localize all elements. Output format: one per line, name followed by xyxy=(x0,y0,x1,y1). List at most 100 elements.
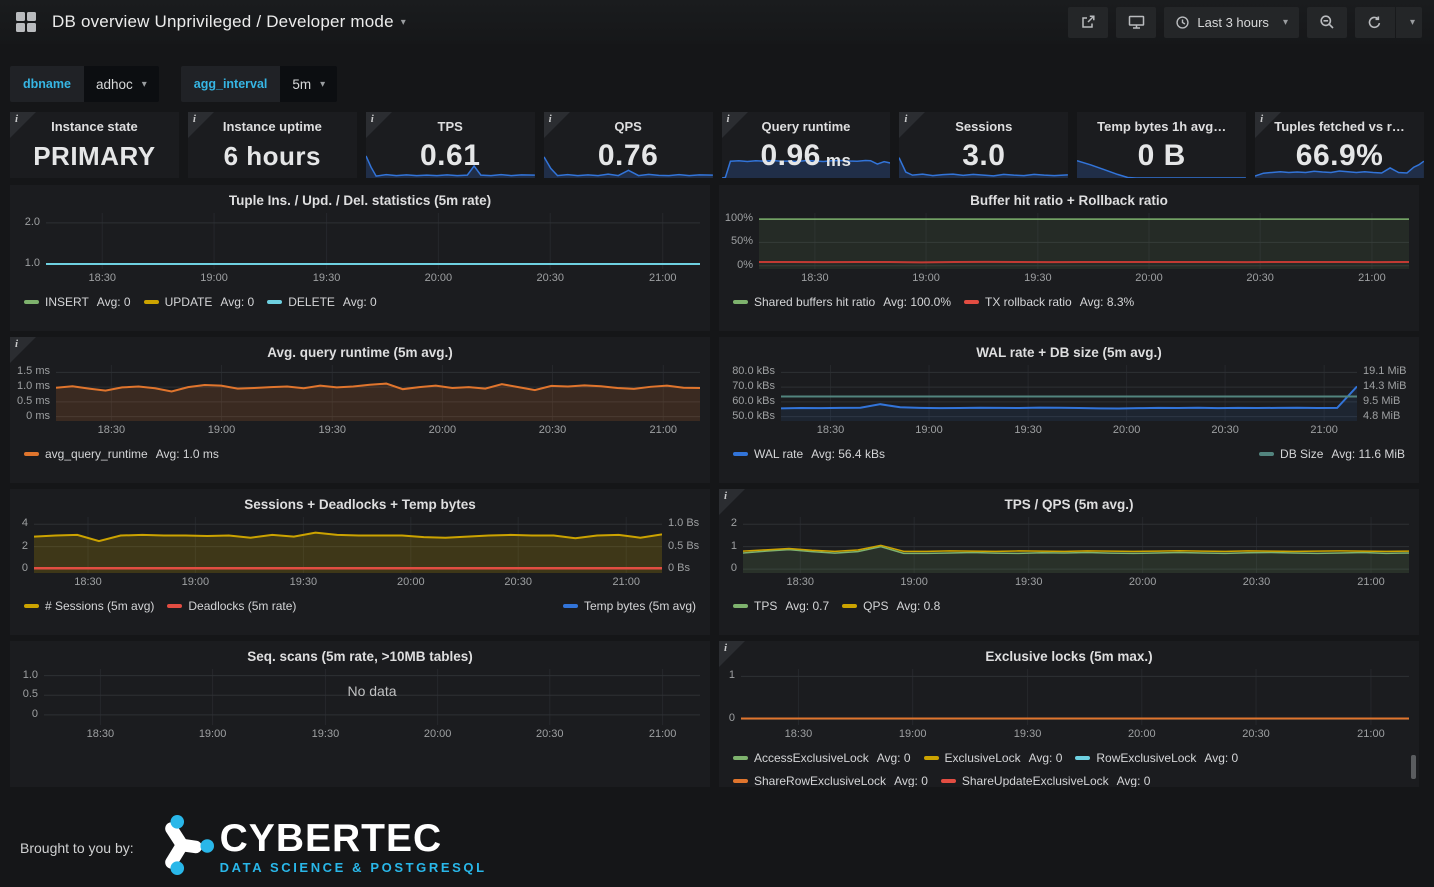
time-range-caret-icon: ▾ xyxy=(1283,17,1288,28)
legend-swatch-icon xyxy=(24,452,39,456)
legend-swatch-icon xyxy=(267,300,282,304)
right-tick-label: 0.5 Bs xyxy=(668,540,699,552)
right-tick-label: 14.3 MiB xyxy=(1363,380,1406,392)
refresh-interval-button[interactable]: ▾ xyxy=(1396,7,1422,38)
variable-agg-interval-value[interactable]: 5m▾ xyxy=(280,66,337,102)
y-tick-label: 100% xyxy=(725,212,753,224)
right-axis xyxy=(1409,669,1419,725)
stat-title[interactable]: Temp bytes 1h avg… xyxy=(1077,119,1246,134)
legend-item[interactable]: TPSAvg: 0.7 xyxy=(733,599,829,613)
legend-item[interactable]: avg_query_runtimeAvg: 1.0 ms xyxy=(24,447,219,461)
panel-info-icon[interactable] xyxy=(1255,112,1281,138)
stat-qps: QPS 0.76 xyxy=(544,112,713,178)
legend-series-avg: Avg: 0 xyxy=(220,295,254,309)
right-axis: 19.1 MiB14.3 MiB9.5 MiB4.8 MiB xyxy=(1357,365,1419,421)
panel-title[interactable]: WAL rate + DB size (5m avg.) xyxy=(719,337,1419,363)
legend-scrollbar[interactable] xyxy=(1411,755,1416,779)
zoom-out-icon xyxy=(1319,14,1335,30)
y-axis: 10 xyxy=(719,669,741,725)
time-range-picker[interactable]: Last 3 hours ▾ xyxy=(1164,7,1299,38)
panel-title[interactable]: Seq. scans (5m rate, >10MB tables) xyxy=(10,641,710,667)
panel-info-icon[interactable] xyxy=(188,112,214,138)
panel-info-icon[interactable] xyxy=(10,337,36,363)
dashboard-title[interactable]: DB overview Unprivileged / Developer mod… xyxy=(52,12,394,32)
x-tick-label: 20:00 xyxy=(1113,424,1141,436)
panel-title[interactable]: Sessions + Deadlocks + Temp bytes xyxy=(10,489,710,515)
legend-item[interactable]: RowExclusiveLockAvg: 0 xyxy=(1075,751,1238,765)
legend-item[interactable]: TX rollback ratioAvg: 8.3% xyxy=(964,295,1134,309)
legend-series-name: RowExclusiveLock xyxy=(1096,751,1196,765)
panel-info-icon[interactable] xyxy=(899,112,925,138)
legend-item[interactable]: ExclusiveLockAvg: 0 xyxy=(924,751,1063,765)
panel-buffer-hit-rollback: Buffer hit ratio + Rollback ratio 100% 50… xyxy=(719,185,1419,331)
variable-dbname: dbname adhoc▾ xyxy=(10,66,159,102)
legend-swatch-icon xyxy=(733,452,748,456)
legend-item[interactable]: ShareRowExclusiveLockAvg: 0 xyxy=(733,774,928,787)
stat-value: 3.0 xyxy=(899,134,1068,178)
panel-info-icon[interactable] xyxy=(719,641,745,667)
legend-series-avg: Avg: 1.0 ms xyxy=(156,447,219,461)
variable-dbname-value[interactable]: adhoc▾ xyxy=(84,66,159,102)
x-tick-label: 20:30 xyxy=(1246,272,1274,284)
x-tick-label: 18:30 xyxy=(801,272,829,284)
panel-title[interactable]: Buffer hit ratio + Rollback ratio xyxy=(719,185,1419,211)
legend-item[interactable]: AccessExclusiveLockAvg: 0 xyxy=(733,751,911,765)
right-axis xyxy=(1409,213,1419,269)
x-axis: 18:3019:0019:3020:0020:3021:00 xyxy=(781,424,1357,440)
panel-title[interactable]: Exclusive locks (5m max.) xyxy=(719,641,1419,667)
stat-value: 0.76 xyxy=(544,134,713,178)
panel-info-icon[interactable] xyxy=(10,112,36,138)
legend-series-name: # Sessions (5m avg) xyxy=(45,599,154,613)
share-button[interactable] xyxy=(1068,7,1108,38)
y-tick-label: 0 ms xyxy=(26,410,50,422)
legend-item[interactable]: QPSAvg: 0.8 xyxy=(842,599,940,613)
x-axis: 18:3019:0019:3020:0020:3021:00 xyxy=(34,576,662,592)
top-nav-bar: DB overview Unprivileged / Developer mod… xyxy=(0,0,1434,44)
x-axis: 18:3019:0019:3020:0020:3021:00 xyxy=(741,728,1409,744)
legend-item[interactable]: ShareUpdateExclusiveLockAvg: 0 xyxy=(941,774,1151,787)
panel-info-icon[interactable] xyxy=(719,489,745,515)
stat-value: PRIMARY xyxy=(10,134,179,178)
refresh-button[interactable] xyxy=(1355,7,1395,38)
monitor-icon xyxy=(1128,14,1145,30)
x-axis: 18:3019:0019:3020:0020:3021:00 xyxy=(46,272,700,288)
x-tick-label: 21:00 xyxy=(1310,424,1338,436)
legend-item[interactable]: # Sessions (5m avg) xyxy=(24,599,154,613)
legend-item[interactable]: INSERTAvg: 0 xyxy=(24,295,131,309)
x-tick-label: 20:00 xyxy=(1129,576,1157,588)
x-tick-label: 21:00 xyxy=(649,728,677,740)
legend-item[interactable]: DB SizeAvg: 11.6 MiB xyxy=(1259,447,1405,461)
cycle-view-button[interactable] xyxy=(1116,7,1156,38)
panel-info-icon[interactable] xyxy=(544,112,570,138)
variable-dbname-label: dbname xyxy=(10,66,84,102)
y-tick-label: 4 xyxy=(22,517,28,529)
y-tick-label: 0% xyxy=(737,259,753,271)
legend-series-avg: Avg: 0 xyxy=(343,295,377,309)
panel-title[interactable]: TPS / QPS (5m avg.) xyxy=(719,489,1419,515)
legend-item[interactable]: DELETEAvg: 0 xyxy=(267,295,377,309)
y-tick-label: 2 xyxy=(22,540,28,552)
panel-title[interactable]: Tuple Ins. / Upd. / Del. statistics (5m … xyxy=(10,185,710,211)
right-tick-label: 1.0 Bs xyxy=(668,517,699,529)
graph-grid: Tuple Ins. / Upd. / Del. statistics (5m … xyxy=(10,185,1419,787)
dashboard-grid-icon[interactable] xyxy=(16,12,36,32)
legend-item[interactable]: WAL rateAvg: 56.4 kBs xyxy=(733,447,885,461)
panel-title[interactable]: Avg. query runtime (5m avg.) xyxy=(10,337,710,363)
panel-info-icon[interactable] xyxy=(722,112,748,138)
legend-swatch-icon xyxy=(563,604,578,608)
x-tick-label: 21:00 xyxy=(1357,576,1385,588)
legend-series-name: TPS xyxy=(754,599,777,613)
y-tick-label: 50% xyxy=(731,235,753,247)
title-caret-icon[interactable]: ▾ xyxy=(401,17,406,28)
legend-item[interactable]: Deadlocks (5m rate) xyxy=(167,599,296,613)
right-axis xyxy=(700,365,710,421)
panel-info-icon[interactable] xyxy=(366,112,392,138)
right-axis xyxy=(700,213,710,269)
legend-series-name: UPDATE xyxy=(165,295,213,309)
x-tick-label: 18:30 xyxy=(74,576,102,588)
right-axis xyxy=(1409,517,1419,573)
zoom-out-button[interactable] xyxy=(1307,7,1347,38)
legend-item[interactable]: Temp bytes (5m avg) xyxy=(563,599,696,613)
legend-item[interactable]: UPDATE Avg: 0 xyxy=(144,295,255,309)
legend-item[interactable]: Shared buffers hit ratioAvg: 100.0% xyxy=(733,295,951,309)
